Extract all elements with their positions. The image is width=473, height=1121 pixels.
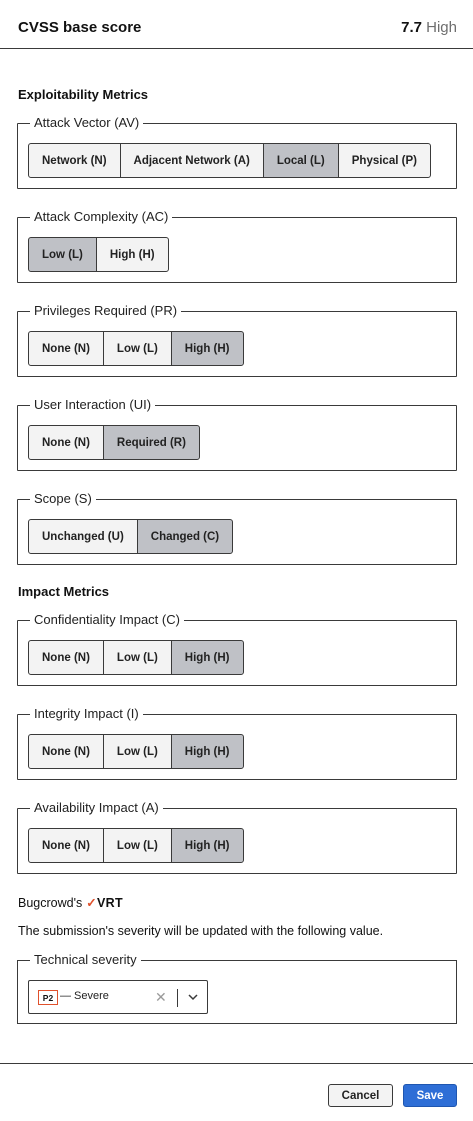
metric-label: Attack Complexity (AC)	[30, 209, 173, 225]
option-none[interactable]: None (N)	[28, 828, 104, 863]
metric-label: Privileges Required (PR)	[30, 303, 182, 319]
option-low[interactable]: Low (L)	[102, 640, 172, 675]
save-button[interactable]: Save	[403, 1084, 457, 1107]
option-high[interactable]: High (H)	[170, 331, 244, 366]
option-high[interactable]: High (H)	[170, 640, 244, 675]
exploitability-heading: Exploitability Metrics	[18, 87, 149, 102]
option-low[interactable]: Low (L)	[102, 734, 172, 769]
option-none[interactable]: None (N)	[28, 640, 104, 675]
option-high[interactable]: High (H)	[170, 734, 244, 769]
option-physical[interactable]: Physical (P)	[337, 143, 431, 178]
option-adjacent-network[interactable]: Adjacent Network (A)	[119, 143, 264, 178]
option-high[interactable]: High (H)	[95, 237, 169, 272]
option-none[interactable]: None (N)	[28, 425, 104, 460]
technical-severity-label: Technical severity	[30, 952, 141, 968]
metric-label: Scope (S)	[30, 491, 96, 507]
close-icon[interactable]: ✕	[155, 989, 167, 1005]
option-group: None (N) Low (L) High (H)	[28, 734, 244, 769]
metric-label: Confidentiality Impact (C)	[30, 612, 184, 628]
metric-scope: Scope (S) Unchanged (U) Changed (C)	[17, 491, 457, 565]
option-none[interactable]: None (N)	[28, 331, 104, 366]
option-low[interactable]: Low (L)	[102, 331, 172, 366]
metric-label: Availability Impact (A)	[30, 800, 163, 816]
impact-heading: Impact Metrics	[18, 584, 110, 599]
technical-severity-group: Technical severity P2 — Severe ✕	[17, 952, 457, 1024]
metric-availability-impact: Availability Impact (A) None (N) Low (L)…	[17, 800, 457, 874]
metric-label: Attack Vector (AV)	[30, 115, 144, 131]
option-high[interactable]: High (H)	[170, 828, 244, 863]
option-group: None (N) Required (R)	[28, 425, 200, 460]
cvss-score: 7.7 High	[401, 19, 457, 36]
option-network[interactable]: Network (N)	[28, 143, 121, 178]
modal-header: CVSS base score 7.7 High	[0, 0, 473, 49]
option-group: Low (L) High (H)	[28, 237, 169, 272]
vrt-logo: ✓VRT	[86, 896, 123, 910]
metric-user-interaction: User Interaction (UI) None (N) Required …	[17, 397, 457, 471]
option-group: Unchanged (U) Changed (C)	[28, 519, 234, 554]
metric-label: User Interaction (UI)	[30, 397, 156, 413]
metric-privileges-required: Privileges Required (PR) None (N) Low (L…	[17, 303, 457, 377]
selected-severity-value: — Severe	[60, 990, 109, 1002]
metric-label: Integrity Impact (I)	[30, 706, 143, 722]
option-changed[interactable]: Changed (C)	[136, 519, 234, 554]
option-group: None (N) Low (L) High (H)	[28, 640, 244, 675]
technical-severity-select[interactable]: P2 — Severe ✕	[28, 980, 208, 1014]
chevron-down-icon[interactable]	[185, 989, 201, 1005]
footer-divider	[0, 1063, 473, 1064]
vrt-logo-text: VRT	[97, 896, 123, 910]
modal-title: CVSS base score	[18, 19, 142, 36]
option-low[interactable]: Low (L)	[28, 237, 97, 272]
metric-attack-vector: Attack Vector (AV) Network (N) Adjacent …	[17, 115, 457, 189]
score-value: 7.7	[401, 19, 422, 36]
option-group: None (N) Low (L) High (H)	[28, 828, 244, 863]
metric-attack-complexity: Attack Complexity (AC) Low (L) High (H)	[17, 209, 457, 283]
severity-note: The submission's severity will be update…	[18, 924, 384, 938]
option-group: Network (N) Adjacent Network (A) Local (…	[28, 143, 431, 178]
option-low[interactable]: Low (L)	[102, 828, 172, 863]
score-severity-label: High	[426, 19, 457, 36]
metric-confidentiality-impact: Confidentiality Impact (C) None (N) Low …	[17, 612, 457, 686]
option-required[interactable]: Required (R)	[102, 425, 200, 460]
option-unchanged[interactable]: Unchanged (U)	[28, 519, 138, 554]
cancel-button[interactable]: Cancel	[328, 1084, 393, 1107]
option-none[interactable]: None (N)	[28, 734, 104, 769]
option-local[interactable]: Local (L)	[262, 143, 339, 178]
vrt-heading: Bugcrowd's ✓VRT	[18, 895, 123, 911]
select-divider	[177, 989, 178, 1007]
metric-integrity-impact: Integrity Impact (I) None (N) Low (L) Hi…	[17, 706, 457, 780]
vrt-prefix: Bugcrowd's	[18, 895, 83, 910]
option-group: None (N) Low (L) High (H)	[28, 331, 244, 366]
priority-badge: P2	[38, 990, 58, 1005]
